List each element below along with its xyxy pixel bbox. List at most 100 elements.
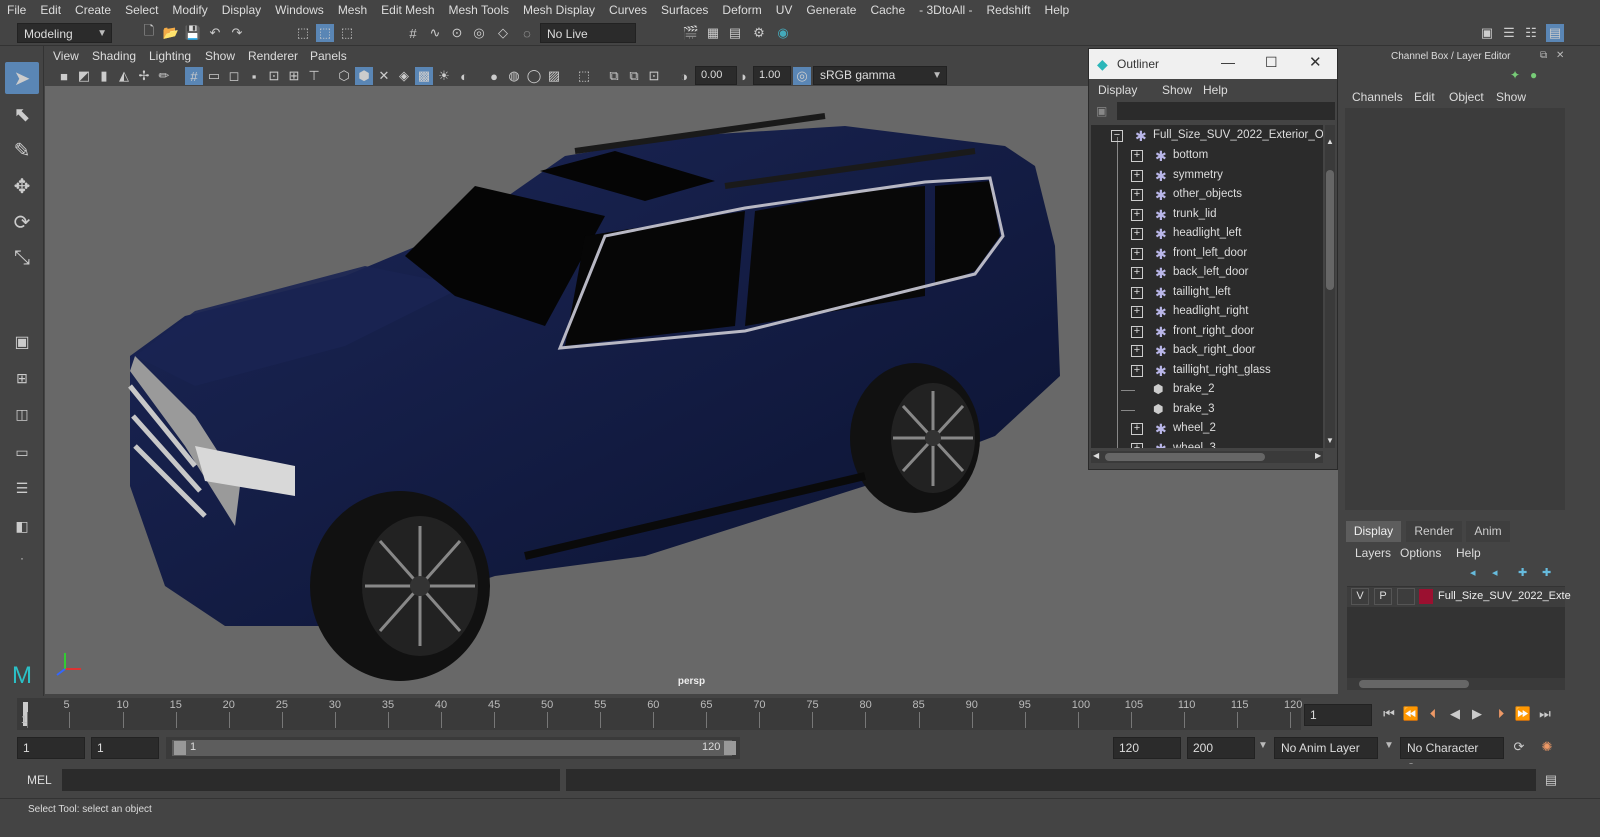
outliner-row[interactable]: + ✱ front_left_door [1091,245,1323,264]
lasso-tool-icon[interactable]: ⬉ [5,98,39,130]
range-slider[interactable]: 1 120 [166,737,740,759]
filter-icon[interactable]: ▣ [1096,104,1107,118]
animation-end-field[interactable]: 200 [1187,737,1255,759]
layer-hscrollbar[interactable] [1347,678,1565,690]
camera-attributes-icon[interactable]: ◩ [75,67,93,85]
expand-icon[interactable]: + [1131,442,1143,448]
depth-of-field-icon[interactable]: ▨ [545,67,563,85]
float-icon[interactable]: ⧉ [1540,50,1547,61]
expand-icon[interactable]: + [1131,228,1143,240]
character-set-dropdown[interactable]: No Character Set [1400,737,1504,775]
ipr-render-icon[interactable]: ▤ [726,24,744,42]
expand-icon[interactable]: + [1131,208,1143,221]
outliner-menu-show[interactable]: Show [1162,83,1192,97]
playback-start-field[interactable]: 1 [91,737,159,759]
time-slider[interactable]: 1 5 10 15 20 25 30 35 40 45 50 55 60 65 70 75 80 85 90 95 10… [0,696,1600,732]
channel-menu-channels[interactable]: Channels [1352,90,1403,104]
expand-icon[interactable]: + [1131,247,1143,260]
live-surface-field[interactable]: No Live Surface [540,23,636,61]
step-forward-key-icon[interactable]: ⏩ [1514,705,1532,723]
rotate-tool-icon[interactable]: ⟳ [5,206,39,238]
close-icon[interactable]: ✕ [1309,53,1322,71]
menu-help[interactable]: Help [1038,0,1077,20]
collapse-icon[interactable]: − [1111,130,1123,142]
gamma-field[interactable]: 1.00 [753,66,791,85]
layer-menu-options[interactable]: Options [1400,546,1441,560]
layer-name[interactable]: Full_Size_SUV_2022_Exte [1438,590,1571,602]
range-end-handle[interactable] [724,741,736,755]
layer-visibility-toggle[interactable]: V [1351,588,1369,605]
playback-end-field[interactable]: 120 [1113,737,1181,759]
menu-edit-mesh[interactable]: Edit Mesh [374,0,441,20]
menu-mesh-tools[interactable]: Mesh Tools [442,0,516,20]
viewport-menu-shading[interactable]: Shading [92,49,136,63]
color-space-dropdown[interactable]: sRGB gamma ▼ [813,66,947,85]
chevron-down-icon[interactable]: ▼ [1258,740,1268,751]
scroll-right-icon[interactable]: ▶ [1315,451,1321,460]
menu-mesh[interactable]: Mesh [331,0,374,20]
layer-display-type[interactable] [1397,588,1415,605]
chevron-down-icon[interactable]: ▼ [1384,740,1394,751]
viewport-menu-show[interactable]: Show [205,49,235,63]
gamma-icon[interactable]: ◗ [735,67,753,85]
film-gate-icon[interactable]: ▭ [205,67,223,85]
outliner-row[interactable]: + ✱ trunk_lid [1091,206,1323,225]
grid-icon[interactable]: # [185,67,203,85]
make-live-icon[interactable]: ◌ [518,24,536,42]
anim-layer-dropdown[interactable]: No Anim Layer [1274,737,1378,759]
outliner-row[interactable]: + ✱ other_objects [1091,186,1323,205]
bookmark-icon[interactable]: ▮ [95,67,113,85]
hscrollbar-thumb[interactable] [1105,453,1265,461]
channel-menu-show[interactable]: Show [1496,90,1526,104]
anti-aliasing-icon[interactable]: ◯ [525,67,543,85]
color-management-icon[interactable]: ◎ [793,67,811,85]
animation-start-field[interactable]: 1 [17,737,85,759]
scale-tool-icon[interactable]: ⤡ [5,242,39,274]
expand-icon[interactable]: + [1131,169,1143,182]
undo-icon[interactable]: ↶ [206,24,224,42]
tab-display[interactable]: Display [1346,521,1401,542]
menu-file[interactable]: File [0,0,33,20]
move-layer-down-icon[interactable]: ◂ [1492,566,1498,579]
step-back-key-icon[interactable]: ⏪ [1402,705,1420,723]
xray-joints-icon[interactable]: ⧉ [625,67,643,85]
scroll-down-icon[interactable]: ▼ [1326,436,1334,445]
redo-icon[interactable]: ↷ [228,24,246,42]
outliner-list[interactable]: − ✱ Full_Size_SUV_2022_Exterior_Only + ✱ b… [1091,125,1323,448]
custom-layout-icon[interactable]: · [5,542,39,574]
2d-pan-icon[interactable]: ✢ [135,67,153,85]
four-view-icon[interactable]: ⊞ [5,362,39,394]
snap-surface-icon[interactable]: ◇ [494,24,512,42]
motion-blur-icon[interactable]: ◍ [505,67,523,85]
menu-generate[interactable]: Generate [799,0,863,20]
command-input[interactable] [62,769,560,791]
play-forward-icon[interactable]: ▶ [1468,705,1486,723]
layer-menu-layers[interactable]: Layers [1355,546,1391,560]
script-editor-icon[interactable]: ▤ [1542,771,1560,789]
isolate-select-icon[interactable]: ⬚ [575,67,593,85]
menu-uv[interactable]: UV [769,0,800,20]
outliner-row[interactable]: + ✱ headlight_left [1091,225,1323,244]
expand-icon[interactable]: + [1131,345,1143,357]
layer-menu-help[interactable]: Help [1456,546,1481,560]
select-component-icon[interactable]: ⬚ [338,24,356,42]
select-hierarchy-icon[interactable]: ⬚ [294,24,312,42]
snap-point-icon[interactable]: ⊙ [448,24,466,42]
outliner-row[interactable]: + ✱ headlight_right [1091,303,1323,322]
ambient-occlusion-icon[interactable]: ● [485,67,503,85]
menu-windows[interactable]: Windows [268,0,331,20]
outliner-row[interactable]: ⬢ brake_2 [1091,381,1323,400]
outliner-row[interactable]: + ✱ symmetry [1091,167,1323,186]
menu-3dtoall[interactable]: - 3DtoAll - [912,0,979,20]
render-view-icon[interactable]: 🎬 [682,24,700,42]
outliner-row[interactable]: + ✱ front_right_door [1091,323,1323,342]
new-scene-icon[interactable]: 🗋 [140,23,158,42]
outliner-horizontal-scrollbar[interactable]: ◀ ▶ [1091,451,1323,463]
single-view-icon[interactable]: ▣ [5,326,39,358]
outliner-menu-help[interactable]: Help [1203,83,1228,97]
layer-row[interactable]: V P Full_Size_SUV_2022_Exte [1347,587,1571,607]
layer-color-swatch[interactable] [1419,589,1433,604]
wireframe-icon[interactable]: ⬡ [335,67,353,85]
hypershade-icon[interactable]: ◉ [774,24,792,42]
expand-icon[interactable]: + [1131,306,1143,318]
